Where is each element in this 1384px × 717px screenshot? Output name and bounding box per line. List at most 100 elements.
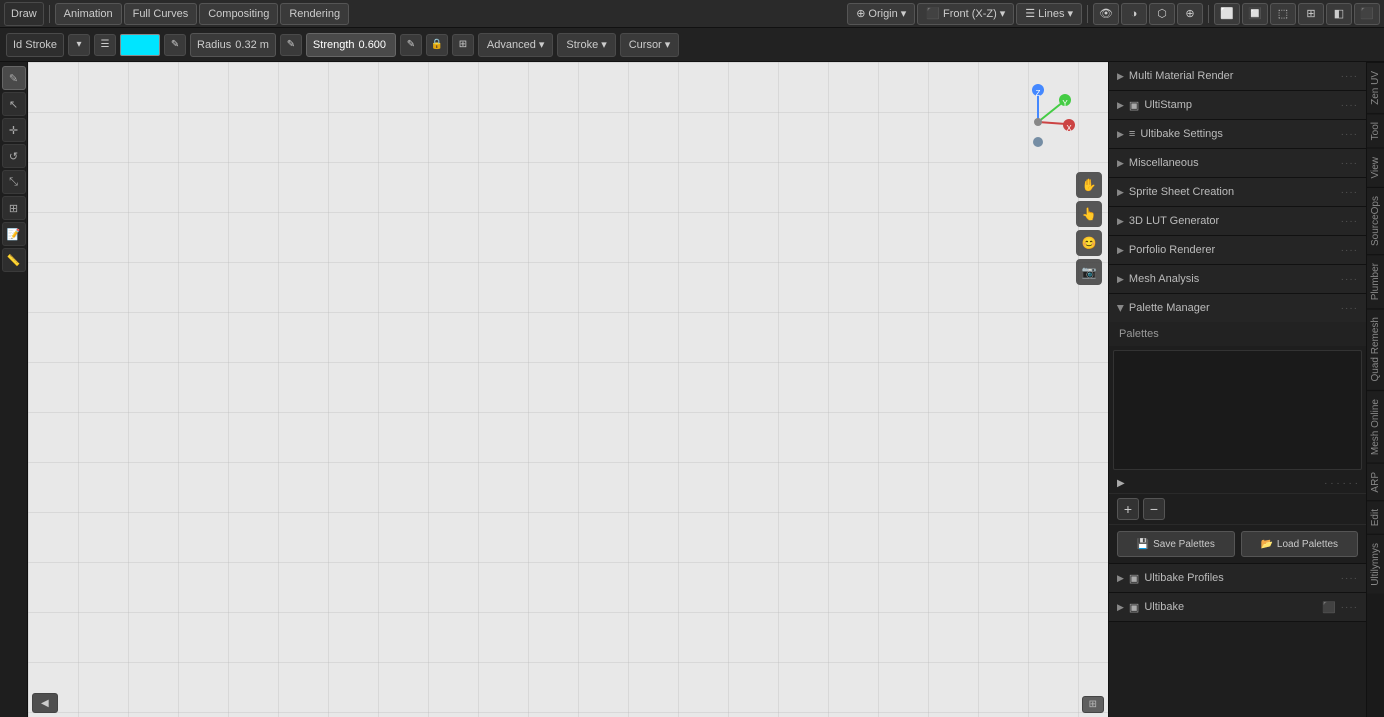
render-mode-btn[interactable]: 👁 [1093, 3, 1119, 25]
side-tab-sourceops[interactable]: SourceOps [1367, 187, 1384, 254]
stroke-icon1[interactable]: ☰ [94, 34, 116, 56]
section-mesh-analysis: ▶ Mesh Analysis ···· [1109, 265, 1366, 294]
strength-label: Strength [313, 39, 355, 51]
axis-svg: Z Y X [998, 82, 1078, 162]
strength-extra-btn[interactable]: ⊞ [452, 34, 474, 56]
section-header-multi-material-render[interactable]: ▶ Multi Material Render ···· [1109, 62, 1366, 90]
svg-text:X: X [1066, 124, 1072, 133]
left-tool-select[interactable]: ↖ [2, 92, 26, 116]
left-tool-measure[interactable]: 📏 [2, 248, 26, 272]
side-tab-plumber[interactable]: Plumber [1367, 254, 1384, 308]
label-porfolio-renderer: Porfolio Renderer [1129, 244, 1336, 256]
viewport-grid-btn[interactable]: ⊞ [1082, 696, 1104, 713]
vp-tool-face[interactable]: 😊 [1076, 230, 1102, 256]
vp-tool-grab[interactable]: 👆 [1076, 201, 1102, 227]
cursor-dropdown[interactable]: Cursor ▾ [620, 33, 680, 57]
stroke-mode-icon-btn[interactable]: ▾ [68, 34, 90, 56]
draw-mode-label[interactable]: Draw [4, 2, 44, 26]
timeline-toggle[interactable]: ◀ [32, 693, 58, 713]
section-header-3d-lut-generator[interactable]: ▶ 3D LUT Generator ···· [1109, 207, 1366, 235]
viewport-icon2[interactable]: 🔲 [1242, 3, 1268, 25]
label-ultibake: Ultibake [1144, 601, 1313, 613]
palette-remove-btn[interactable]: − [1143, 498, 1165, 520]
section-multi-material-render: ▶ Multi Material Render ···· [1109, 62, 1366, 91]
viewport-bottom-controls: ◀ [32, 693, 58, 713]
side-tab-quad-remesh[interactable]: Quad Remesh [1367, 308, 1384, 389]
color-swatch[interactable] [120, 34, 160, 56]
overlay-dropdown[interactable]: ☰ Lines ▾ [1016, 3, 1082, 25]
side-tab-edit[interactable]: Edit [1367, 500, 1384, 534]
vp-tool-hand[interactable]: ✋ [1076, 172, 1102, 198]
radius-edit-btn[interactable]: ✎ [280, 34, 302, 56]
palettes-label: Palettes [1109, 322, 1366, 346]
viewport-icon6[interactable]: ⬛ [1354, 3, 1380, 25]
strength-value: 0.600 [359, 39, 387, 51]
radius-field[interactable]: Radius 0.32 m [190, 33, 276, 57]
strength-field[interactable]: Strength 0.600 [306, 33, 396, 57]
color-picker-btn[interactable]: ✎ [164, 34, 186, 56]
dots-3d-lut-generator: ···· [1341, 216, 1358, 227]
section-header-palette-manager[interactable]: ▶ Palette Manager ···· [1109, 294, 1366, 322]
left-tool-rotate[interactable]: ↺ [2, 144, 26, 168]
tab-compositing[interactable]: Compositing [199, 3, 278, 25]
tab-full-curves[interactable]: Full Curves [124, 3, 198, 25]
section-header-sprite-sheet-creation[interactable]: ▶ Sprite Sheet Creation ···· [1109, 178, 1366, 206]
left-tool-draw[interactable]: ✎ [2, 66, 26, 90]
load-palettes-btn[interactable]: 📂 Load Palettes [1241, 531, 1359, 557]
save-icon: 💾 [1137, 539, 1149, 550]
side-tab-mesh-online[interactable]: Mesh Online [1367, 390, 1384, 463]
side-tab-view[interactable]: View [1367, 148, 1384, 187]
viewport[interactable]: Z Y X ✋ 👆 😊 📷 ◀ [28, 62, 1108, 717]
origin-dropdown[interactable]: ⊕ Origin ▾ [847, 3, 915, 25]
viewport-icon5[interactable]: ◧ [1326, 3, 1352, 25]
vp-tool-camera[interactable]: 📷 [1076, 259, 1102, 285]
section-3d-lut-generator: ▶ 3D LUT Generator ···· [1109, 207, 1366, 236]
palette-dots-btn[interactable]: · · · · · · [1324, 478, 1358, 489]
side-tab-arp[interactable]: ARP [1367, 463, 1384, 501]
section-header-miscellaneous[interactable]: ▶ Miscellaneous ···· [1109, 149, 1366, 177]
left-tool-move[interactable]: ✛ [2, 118, 26, 142]
label-ultibake-settings: Ultibake Settings [1140, 128, 1335, 140]
viewport-background [28, 62, 1108, 717]
palette-add-btn[interactable]: + [1117, 498, 1139, 520]
side-tab-zen-uv[interactable]: Zen UV [1367, 62, 1384, 113]
tab-animation[interactable]: Animation [55, 3, 122, 25]
side-tab-tool[interactable]: Tool [1367, 113, 1384, 148]
section-header-mesh-analysis[interactable]: ▶ Mesh Analysis ···· [1109, 265, 1366, 293]
icon-ultibake: ▣ [1129, 601, 1139, 614]
strength-lock-btn[interactable]: 🔒 [426, 34, 448, 56]
palette-list-area[interactable] [1113, 350, 1362, 470]
section-header-porfolio-renderer[interactable]: ▶ Porfolio Renderer ···· [1109, 236, 1366, 264]
tab-rendering[interactable]: Rendering [280, 3, 349, 25]
main-area: ✎ ↖ ✛ ↺ ⤡ ⊞ 📝 📏 Z Y X [0, 62, 1384, 717]
dots-palette-manager: ···· [1341, 303, 1358, 314]
overlay-btn[interactable]: ⬡ [1149, 3, 1175, 25]
palette-play-btn[interactable]: ▶ [1117, 478, 1125, 489]
viewport-icon4[interactable]: ⊞ [1298, 3, 1324, 25]
strength-edit-btn[interactable]: ✎ [400, 34, 422, 56]
section-header-ultibake-profiles[interactable]: ▶ ▣ Ultibake Profiles ···· [1109, 564, 1366, 592]
save-palettes-btn[interactable]: 💾 Save Palettes [1117, 531, 1235, 557]
viewport-icon1[interactable]: ⬜ [1214, 3, 1240, 25]
stroke-mode-label[interactable]: Id Stroke [6, 33, 64, 57]
section-header-ultibake-settings[interactable]: ▶ ≡ Ultibake Settings ···· [1109, 120, 1366, 148]
axis-widget[interactable]: Z Y X [998, 82, 1078, 162]
left-tool-annotate[interactable]: 📝 [2, 222, 26, 246]
cursor-label: Cursor [629, 39, 662, 51]
left-tool-scale[interactable]: ⤡ [2, 170, 26, 194]
palette-add-remove: + − [1109, 493, 1366, 524]
advanced-dropdown[interactable]: Advanced ▾ [478, 33, 553, 57]
section-porfolio-renderer: ▶ Porfolio Renderer ···· [1109, 236, 1366, 265]
label-multi-material-render: Multi Material Render [1129, 70, 1336, 82]
section-header-ulti-stamp[interactable]: ▶ ▣ UltiStamp ···· [1109, 91, 1366, 119]
gizmo-btn[interactable]: ⊕ [1177, 3, 1203, 25]
overlay-icon: ☰ [1025, 7, 1035, 20]
viewport-icon3[interactable]: ⬚ [1270, 3, 1296, 25]
viewport-shading-btn[interactable]: ◑ [1121, 3, 1147, 25]
dots-sprite-sheet-creation: ···· [1341, 187, 1358, 198]
side-tab-ultilynnys[interactable]: Ultilynnys [1367, 534, 1384, 594]
stroke-dropdown[interactable]: Stroke ▾ [557, 33, 615, 57]
view-dropdown[interactable]: ⬛ Front (X-Z) ▾ [917, 3, 1014, 25]
left-tool-transform[interactable]: ⊞ [2, 196, 26, 220]
section-header-ultibake[interactable]: ▶ ▣ Ultibake ⬛ ···· [1109, 593, 1366, 621]
